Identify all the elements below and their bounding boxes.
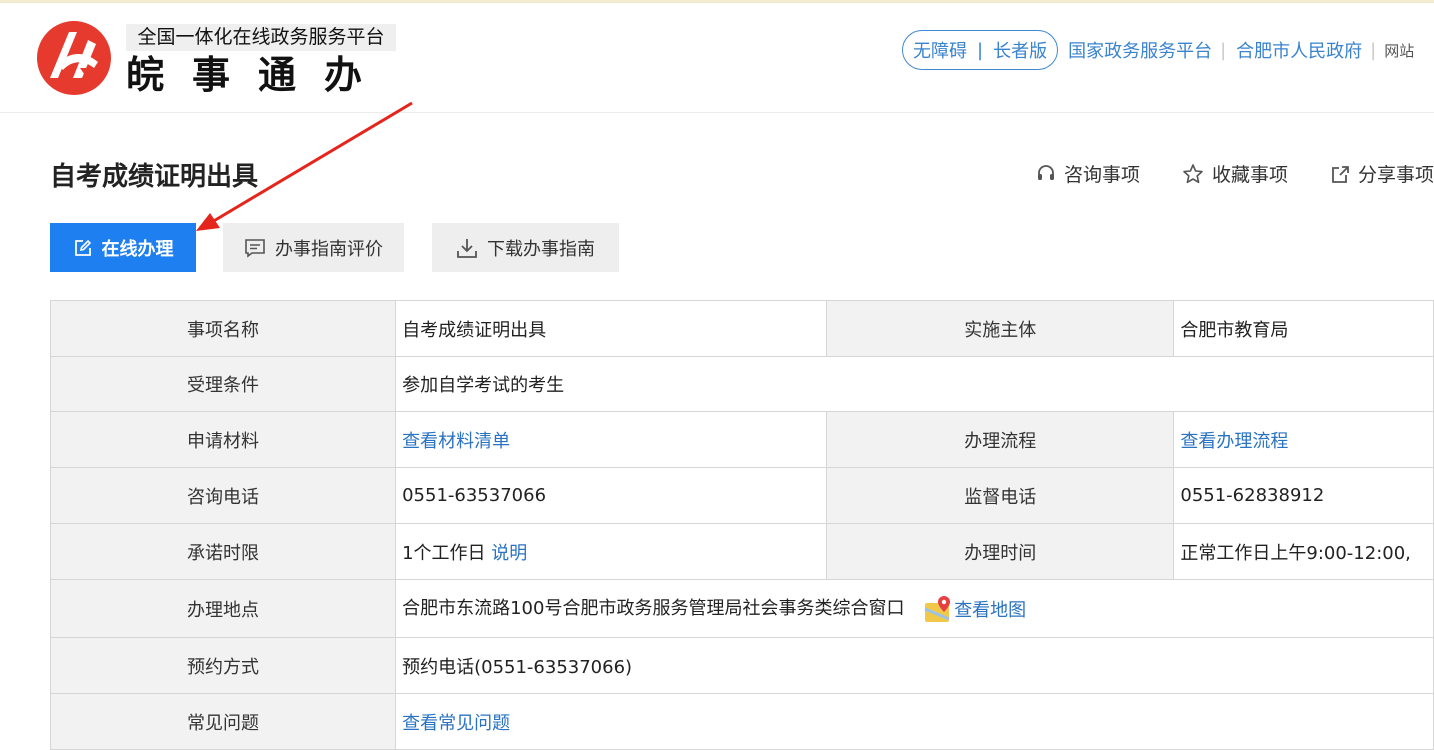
- appointment-value: 预约电话(0551-63537066): [395, 637, 1434, 694]
- hefei-government-link[interactable]: 合肥市人民政府: [1236, 37, 1362, 63]
- table-row: 预约方式 预约电话(0551-63537066): [49, 637, 1434, 694]
- faq-label: 常见问题: [49, 693, 397, 750]
- favorite-label: 收藏事项: [1212, 164, 1289, 186]
- time-limit-note-link[interactable]: 说明: [491, 543, 527, 564]
- consult-action[interactable]: 咨询事项: [1036, 160, 1140, 187]
- download-icon: [457, 238, 477, 258]
- view-map-link[interactable]: 查看地图: [924, 595, 1026, 623]
- location-label: 办理地点: [49, 579, 397, 638]
- evaluate-guide-label: 办事指南评价: [275, 238, 383, 260]
- condition-label: 受理条件: [49, 356, 397, 412]
- comment-icon: [245, 238, 265, 258]
- consult-phone-label: 咨询电话: [49, 467, 397, 524]
- site-link-truncated[interactable]: 网站: [1384, 40, 1414, 61]
- consult-label: 咨询事项: [1064, 164, 1141, 186]
- map-pin-icon: [924, 596, 951, 622]
- location-value: 合肥市东流路100号合肥市政务服务管理局社会事务类综合窗口: [402, 598, 905, 619]
- table-row: 事项名称 自考成绩证明出具 实施主体 合肥市教育局: [49, 300, 1434, 357]
- hours-value: 正常工作日上午9:00-12:00,: [1173, 523, 1434, 580]
- accessibility-link[interactable]: 无障碍: [913, 37, 967, 63]
- item-name-value: 自考成绩证明出具: [395, 300, 828, 357]
- info-table: 事项名称 自考成绩证明出具 实施主体 合肥市教育局 受理条件 参加自学考试的考生…: [49, 300, 1434, 750]
- download-guide-button[interactable]: 下载办事指南: [432, 223, 619, 272]
- table-row: 受理条件 参加自学考试的考生: [49, 356, 1434, 412]
- appointment-label: 预约方式: [49, 637, 397, 694]
- materials-cell: 查看材料清单: [395, 411, 828, 468]
- brand-name: 皖事通办: [126, 52, 391, 97]
- location-cell: 合肥市东流路100号合肥市政务服务管理局社会事务类综合窗口 查看地图: [395, 579, 1434, 638]
- pill-divider: |: [977, 39, 984, 61]
- elder-mode-link[interactable]: 长者版: [993, 37, 1047, 63]
- nav-divider: |: [1220, 39, 1227, 61]
- table-row: 申请材料 查看材料清单 办理流程 查看办理流程: [49, 411, 1434, 468]
- logo-icon[interactable]: [36, 20, 112, 96]
- implementer-label: 实施主体: [826, 300, 1175, 357]
- materials-link[interactable]: 查看材料清单: [402, 431, 510, 452]
- time-limit-cell: 1个工作日 说明: [395, 523, 828, 580]
- national-platform-link[interactable]: 国家政务服务平台: [1068, 37, 1212, 63]
- view-map-label: 查看地图: [954, 600, 1027, 621]
- share-icon: [1332, 165, 1349, 183]
- page-title: 自考成绩证明出具: [50, 162, 259, 192]
- implementer-value: 合肥市教育局: [1173, 300, 1434, 357]
- page-actions: 咨询事项 收藏事项 分享事项: [1036, 160, 1434, 187]
- share-action[interactable]: 分享事项: [1330, 160, 1434, 187]
- supervise-phone-value: 0551-62838912: [1173, 467, 1434, 524]
- faq-cell: 查看常见问题: [395, 693, 1434, 750]
- top-nav: 无障碍 | 长者版 国家政务服务平台 | 合肥市人民政府 | 网站: [902, 29, 1414, 71]
- process-label: 办理流程: [826, 411, 1175, 468]
- process-link[interactable]: 查看办理流程: [1180, 431, 1288, 452]
- time-limit-label: 承诺时限: [49, 523, 397, 580]
- consult-phone-value: 0551-63537066: [395, 467, 828, 524]
- evaluate-guide-button[interactable]: 办事指南评价: [223, 223, 404, 272]
- table-row: 办理地点 合肥市东流路100号合肥市政务服务管理局社会事务类综合窗口 查看地图: [49, 579, 1434, 638]
- nav-divider: |: [1370, 39, 1377, 61]
- share-label: 分享事项: [1358, 164, 1434, 186]
- online-apply-button[interactable]: 在线办理: [50, 223, 196, 272]
- favorite-action[interactable]: 收藏事项: [1182, 160, 1288, 187]
- site-header: 全国一体化在线政务服务平台 皖事通办 无障碍 | 长者版 国家政务服务平台 | …: [0, 3, 1434, 113]
- process-cell: 查看办理流程: [1173, 411, 1434, 468]
- edit-icon: [74, 239, 91, 256]
- table-row: 承诺时限 1个工作日 说明 办理时间 正常工作日上午9:00-12:00,: [49, 523, 1434, 580]
- faq-link[interactable]: 查看常见问题: [402, 713, 510, 734]
- condition-value: 参加自学考试的考生: [395, 356, 1434, 412]
- headset-icon: [1038, 164, 1054, 180]
- table-row: 咨询电话 0551-63537066 监督电话 0551-62838912: [49, 467, 1434, 524]
- download-guide-label: 下载办事指南: [487, 238, 595, 260]
- platform-slogan: 全国一体化在线政务服务平台: [126, 24, 396, 51]
- hours-label: 办理时间: [826, 523, 1175, 580]
- table-row: 常见问题 查看常见问题: [49, 693, 1434, 750]
- materials-label: 申请材料: [49, 411, 397, 468]
- time-limit-value: 1个工作日: [402, 542, 486, 564]
- item-name-label: 事项名称: [49, 300, 397, 357]
- supervise-phone-label: 监督电话: [826, 467, 1175, 524]
- star-icon: [1183, 163, 1203, 183]
- accessibility-pill: 无障碍 | 长者版: [902, 30, 1059, 70]
- online-apply-label: 在线办理: [101, 238, 174, 260]
